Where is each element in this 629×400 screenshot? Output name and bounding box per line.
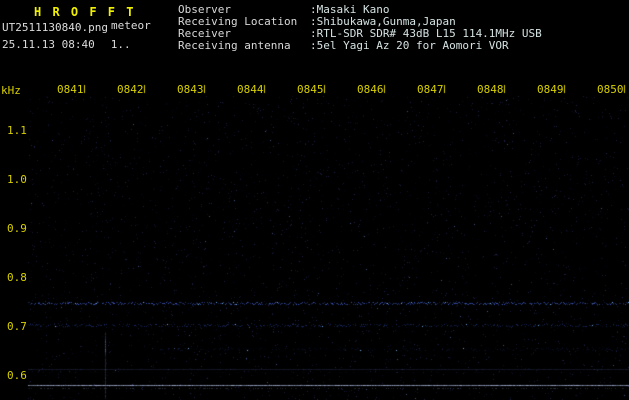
date-line: 25.11.13 08:40 1..	[2, 38, 131, 51]
x-tick-label: 0848	[477, 83, 504, 96]
file-line: UT2511130840.pngmeteor	[2, 21, 151, 34]
freq-axis-unit: kHz	[1, 84, 21, 97]
x-tick-label: 0847	[417, 83, 444, 96]
antenna-label: Receiving antenna	[178, 40, 310, 52]
x-tick-label: 0844	[237, 83, 264, 96]
y-tick-label: 0.8	[7, 271, 27, 284]
app-title: H R O F F T	[34, 5, 135, 19]
mode-label: meteor	[111, 19, 151, 32]
y-tick-label: 0.6	[7, 369, 27, 382]
hrofft-window: H R O F F T UT2511130840.pngmeteor 25.11…	[0, 0, 629, 400]
x-tick-label: 0843	[177, 83, 204, 96]
antenna-value: :5el Yagi Az 20 for Aomori VOR	[310, 39, 509, 52]
spectrogram-canvas	[0, 0, 629, 400]
y-tick-label: 0.7	[7, 320, 27, 333]
x-tick-label: 0850	[597, 83, 624, 96]
x-tick-label: 0842	[117, 83, 144, 96]
x-tick-label: 0849	[537, 83, 564, 96]
datetime: 25.11.13 08:40	[2, 38, 95, 51]
header-row-antenna: Receiving antenna:5el Yagi Az 20 for Aom…	[178, 40, 629, 52]
sequence-indicator: 1..	[111, 38, 131, 51]
y-tick-label: 1.0	[7, 173, 27, 186]
y-tick-label: 1.1	[7, 124, 27, 137]
filename: UT2511130840.png	[2, 21, 108, 34]
x-tick-label: 0846	[357, 83, 384, 96]
y-tick-label: 0.9	[7, 222, 27, 235]
x-tick-label: 0845	[297, 83, 324, 96]
x-tick-label: 0841	[57, 83, 84, 96]
